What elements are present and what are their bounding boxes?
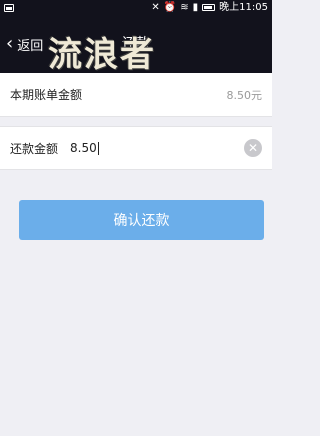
repay-amount-text: 8.50 (70, 141, 97, 155)
bill-amount-label: 本期账单金额 (10, 88, 83, 102)
clear-icon[interactable]: ✕ (244, 139, 262, 157)
status-bar: ✕ ⏰ ≋ ▮ 晚上11:05 (0, 0, 272, 15)
text-caret (97, 142, 99, 155)
repay-amount-input[interactable]: 8.50 (70, 141, 244, 155)
confirm-repay-button[interactable]: 确认还款 (19, 200, 264, 240)
repay-amount-field[interactable]: 还款金额 8.50 ✕ (0, 126, 272, 170)
wifi-icon: ≋ (180, 2, 189, 13)
mute-icon: ✕ (151, 2, 160, 13)
battery-icon (202, 4, 216, 11)
status-left (4, 3, 14, 12)
status-right: ✕ ⏰ ≋ ▮ 晚上11:05 (151, 0, 268, 15)
status-time: 晚上11:05 (219, 2, 268, 13)
page-title: 还款 (122, 36, 150, 52)
image-icon (4, 3, 14, 12)
nav-bar: ‹ 返回 还款 流浪者 (0, 15, 272, 75)
repay-amount-label: 还款金额 (10, 141, 59, 156)
signal-icon: ▮ (192, 2, 199, 13)
bill-amount-value: 8.50元 (226, 88, 263, 102)
bill-amount-row: 本期账单金额 8.50元 (0, 73, 272, 117)
alarm-icon: ⏰ (163, 2, 177, 13)
